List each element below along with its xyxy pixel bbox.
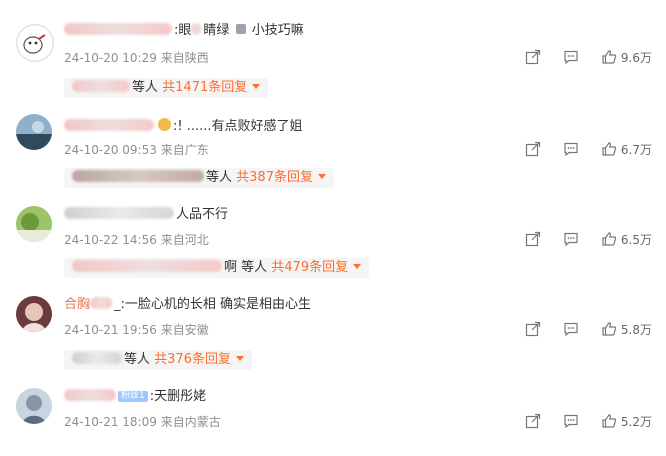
comment-item: :! ......有点败好感了姐 24-10-20 09:53 来自广东 6.7…	[0, 92, 666, 188]
avatar-image	[16, 206, 52, 242]
comment-icon[interactable]	[563, 231, 579, 247]
comment-icon[interactable]	[563, 413, 579, 429]
avatar[interactable]	[16, 206, 52, 242]
blurred-replier-names	[72, 352, 122, 364]
avatar[interactable]	[16, 388, 52, 424]
like-button[interactable]: 6.5万	[601, 231, 652, 248]
comment-date: 24-10-20 10:29	[64, 51, 157, 65]
comment-icon[interactable]	[563, 321, 579, 337]
avatar[interactable]	[16, 24, 54, 62]
like-button[interactable]: 9.6万	[601, 49, 652, 66]
comment-location: 来自广东	[160, 143, 209, 157]
share-icon[interactable]	[525, 321, 541, 337]
like-count: 5.2万	[620, 414, 652, 429]
thumbs-up-icon	[602, 142, 617, 156]
blurred-username[interactable]	[64, 119, 154, 131]
avatar-image	[18, 26, 52, 60]
comment-meta: 24-10-20 10:29 来自陕西	[64, 50, 209, 66]
avatar-image	[16, 296, 52, 332]
like-count: 5.8万	[620, 322, 652, 337]
blurred-username[interactable]	[64, 207, 174, 219]
comment-location: 来自河北	[160, 233, 209, 247]
comment-icon[interactable]	[563, 49, 579, 65]
blurred-username[interactable]	[64, 23, 172, 35]
comment-meta: 24-10-21 18:09 来自内蒙古	[64, 414, 221, 430]
comment-date: 24-10-21 18:09	[64, 415, 157, 429]
comment-text: :眼 睛绿 小技巧嘛	[64, 22, 304, 40]
like-button[interactable]: 5.2万	[601, 413, 652, 430]
comment-date: 24-10-20 09:53	[64, 143, 157, 157]
caret-down-icon	[353, 264, 362, 269]
thumbs-up-icon	[602, 232, 617, 246]
avatar[interactable]	[16, 114, 52, 150]
like-count: 9.6万	[620, 50, 652, 65]
comment-location: 来自陕西	[160, 51, 209, 65]
inline-emoji-icon	[235, 24, 246, 34]
comment-actions: 6.5万	[503, 230, 652, 248]
comment-text: 粉丝1:天删彤姥	[64, 388, 206, 406]
avatar-image	[16, 114, 52, 150]
thumbs-up-icon	[602, 322, 617, 336]
caret-down-icon	[317, 174, 326, 179]
comment-icon[interactable]	[563, 141, 579, 157]
like-count: 6.7万	[620, 142, 652, 157]
fan-badge: 粉丝1	[118, 391, 148, 402]
blurred-replier-names	[72, 80, 130, 92]
comment-actions: 5.8万	[503, 320, 652, 338]
share-icon[interactable]	[525, 413, 541, 429]
like-button[interactable]: 5.8万	[601, 321, 652, 338]
comment-text: 合胸 _:一脸心机的长相 确实是相由心生	[64, 297, 312, 312]
blurred-username[interactable]	[64, 389, 116, 401]
comment-text: :! ......有点败好感了姐	[64, 118, 303, 136]
comment-item: 合胸 _:一脸心机的长相 确实是相由心生 24-10-21 19:56 来自安徽 …	[0, 270, 666, 370]
comment-meta: 24-10-20 09:53 来自广东	[64, 142, 209, 158]
comment-text: 人品不行	[64, 206, 228, 224]
share-icon[interactable]	[525, 49, 541, 65]
avatar-image	[16, 388, 52, 424]
like-count: 6.5万	[620, 232, 652, 247]
thumbs-up-icon	[602, 414, 617, 428]
comment-location: 来自安徽	[160, 323, 209, 337]
comment-item: 粉丝1:天删彤姥 24-10-21 18:09 来自内蒙古 5.2万	[0, 364, 666, 456]
comment-meta: 24-10-22 14:56 来自河北	[64, 232, 209, 248]
thumbs-up-icon	[602, 50, 617, 64]
share-icon[interactable]	[525, 231, 541, 247]
emoji-icon	[158, 118, 171, 131]
comment-item: :眼 睛绿 小技巧嘛 24-10-20 10:29 来自陕西 9.6万 等人 共1…	[0, 0, 666, 98]
comment-date: 24-10-21 19:56	[64, 323, 157, 337]
like-button[interactable]: 6.7万	[601, 141, 652, 158]
comment-meta: 24-10-21 19:56 来自安徽	[64, 322, 209, 338]
share-icon[interactable]	[525, 141, 541, 157]
caret-down-icon	[235, 356, 244, 361]
comment-location: 来自内蒙古	[160, 415, 221, 429]
comment-actions: 5.2万	[503, 412, 652, 430]
avatar[interactable]	[16, 296, 52, 332]
caret-down-icon	[252, 84, 261, 89]
comment-actions: 6.7万	[503, 140, 652, 158]
username[interactable]: 合胸	[64, 297, 90, 312]
comment-date: 24-10-22 14:56	[64, 233, 157, 247]
comment-actions: 9.6万	[503, 48, 652, 66]
comment-item: 人品不行 24-10-22 14:56 来自河北 6.5万 啊 等人 共479条…	[0, 180, 666, 278]
